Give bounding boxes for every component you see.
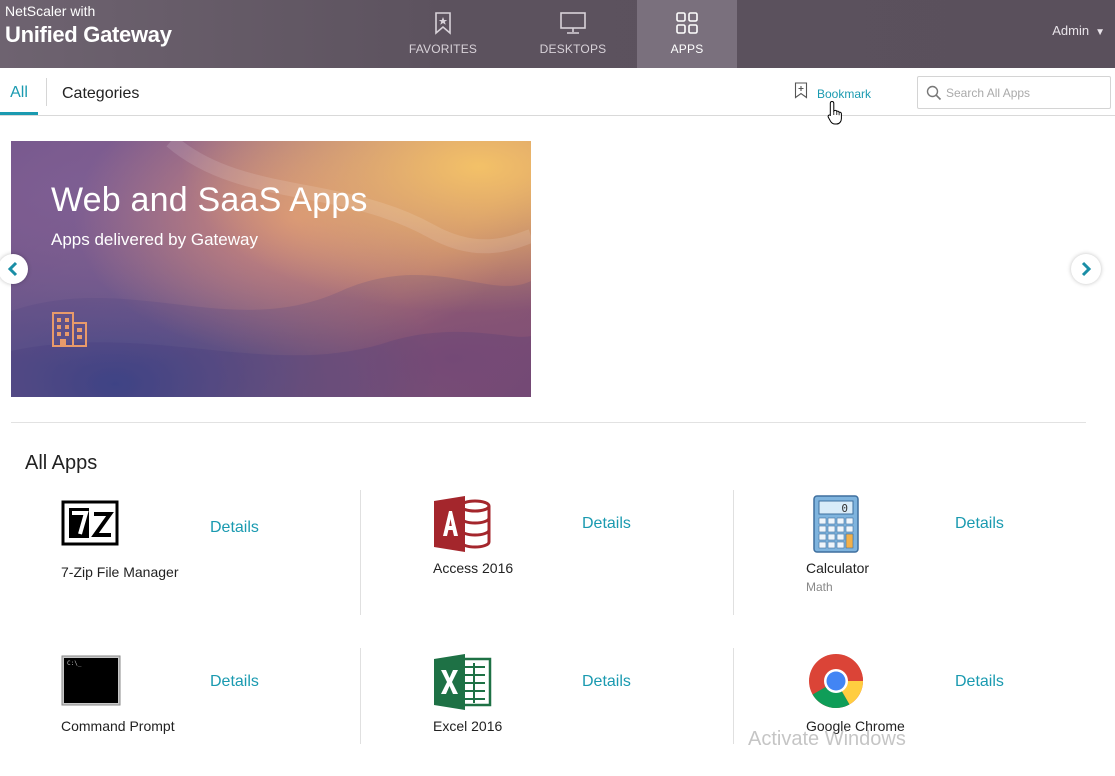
app-tile[interactable]: 0 Calculator Math Details: [770, 493, 1115, 618]
tab-divider: [46, 78, 47, 106]
search-icon: [926, 85, 942, 101]
svg-text:C:\_: C:\_: [67, 660, 82, 667]
carousel-next-button[interactable]: [1071, 254, 1101, 284]
chevron-right-icon: [1081, 261, 1092, 277]
bookmark-add-icon: [794, 82, 808, 99]
nav-tab-favorites[interactable]: FAVORITES: [393, 0, 493, 68]
app-category: Math: [806, 580, 833, 594]
nav-tab-apps-label: APPS: [670, 42, 704, 56]
section-divider: [11, 422, 1086, 423]
bookmark-label: Bookmark: [817, 87, 872, 101]
app-tile[interactable]: 7-Zip File Manager Details: [25, 497, 397, 622]
top-header: NetScaler with Unified Gateway FAVORITES…: [0, 0, 1115, 68]
hand-cursor-icon: [827, 100, 842, 125]
app-name: Command Prompt: [61, 718, 175, 734]
banner-background-art: [11, 141, 531, 397]
app-name: Excel 2016: [433, 718, 503, 734]
chevron-down-icon: ▼: [1095, 27, 1105, 38]
nav-tab-desktops-label: DESKTOPS: [539, 42, 607, 56]
section-title: All Apps: [25, 452, 98, 474]
search-input[interactable]: [946, 81, 1106, 105]
activation-watermark: Activate Windows: [748, 728, 906, 750]
7zip-icon: [61, 500, 119, 546]
calculator-icon: 0: [813, 495, 859, 553]
banner-title: Web and SaaS Apps: [51, 181, 368, 219]
brand-logo: NetScaler with Unified Gateway: [5, 3, 172, 50]
tab-categories[interactable]: Categories: [62, 68, 139, 119]
app-name: Calculator: [806, 560, 870, 576]
brand-line1: NetScaler with: [5, 3, 96, 19]
details-link[interactable]: Details: [210, 519, 259, 537]
search-box[interactable]: [917, 76, 1111, 109]
app-tile[interactable]: Google Chrome Details: [770, 651, 1115, 776]
nav-tab-favorites-label: FAVORITES: [408, 42, 478, 56]
bookmark-icon: [435, 12, 451, 35]
user-name: Admin: [1052, 23, 1090, 38]
details-link[interactable]: Details: [955, 515, 1004, 533]
app-tile[interactable]: Excel 2016 Details: [397, 651, 769, 776]
command-prompt-icon: C:\_: [61, 655, 121, 706]
app-name: 7-Zip File Manager: [61, 564, 179, 580]
brand-line2: Unified Gateway: [5, 22, 172, 47]
banner-subtitle: Apps delivered by Gateway: [51, 230, 258, 249]
details-link[interactable]: Details: [955, 673, 1004, 691]
details-link[interactable]: Details: [210, 673, 259, 691]
details-link[interactable]: Details: [582, 673, 631, 691]
nav-tab-desktops[interactable]: DESKTOPS: [523, 0, 623, 68]
tab-all[interactable]: All: [0, 68, 38, 115]
svg-text:0: 0: [841, 502, 848, 515]
sub-nav: All Categories Bookmark: [0, 68, 1115, 116]
excel-icon: [434, 654, 492, 710]
chevron-left-icon: [7, 261, 18, 277]
grid-icon: [676, 12, 698, 34]
app-name: Access 2016: [433, 560, 514, 576]
app-tile[interactable]: C:\_ Command Prompt Details: [25, 651, 397, 776]
user-menu[interactable]: Admin ▼: [1052, 23, 1105, 38]
chrome-icon: [809, 654, 863, 709]
featured-banner[interactable]: Web and SaaS Apps Apps delivered by Gate…: [11, 141, 531, 397]
monitor-icon: [560, 12, 586, 34]
details-link[interactable]: Details: [582, 515, 631, 533]
building-icon: [52, 312, 87, 347]
app-tile[interactable]: Access 2016 Details: [397, 493, 769, 618]
access-icon: [434, 496, 491, 552]
nav-tab-apps[interactable]: APPS: [637, 0, 737, 68]
